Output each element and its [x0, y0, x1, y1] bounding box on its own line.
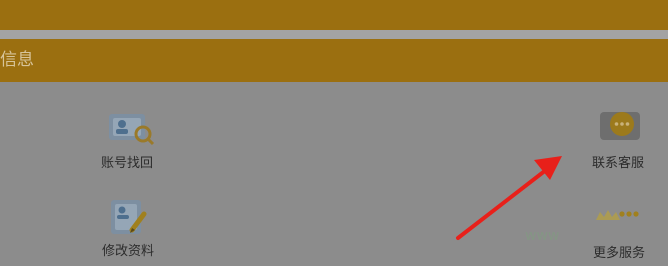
annotation-arrow — [456, 156, 562, 240]
watermark: www — [525, 228, 560, 244]
